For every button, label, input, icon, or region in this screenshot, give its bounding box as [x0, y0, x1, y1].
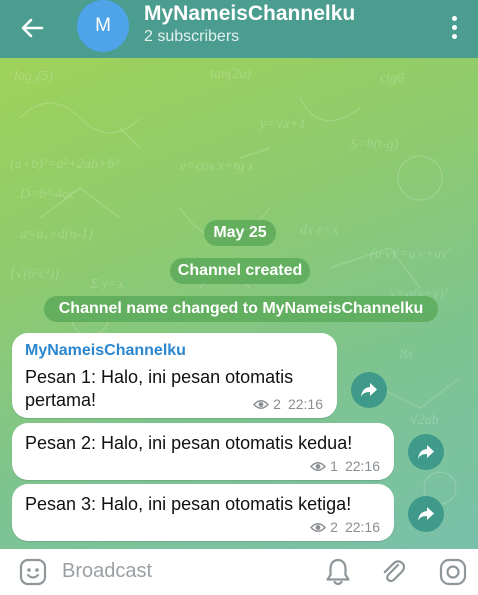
more-options-icon[interactable] [446, 12, 462, 42]
svg-text:√2ab: √2ab [410, 413, 439, 428]
view-count: 2 [330, 519, 338, 535]
svg-text:(u·v)'=u'v+uv': (u·v)'=u'v+uv' [370, 247, 451, 262]
svg-text:y=√x+1: y=√x+1 [258, 117, 306, 132]
message-time: 22:16 [344, 519, 380, 535]
service-message-renamed: Channel name changed to MyNameisChannelk… [44, 296, 438, 322]
camera-icon[interactable] [438, 557, 468, 587]
forward-button[interactable] [351, 372, 387, 408]
svg-text:log₂(5): log₂(5) [14, 69, 53, 84]
broadcast-bar: Broadcast [0, 549, 478, 595]
message-time: 22:16 [344, 458, 380, 474]
svg-text:D=b²-4ac: D=b²-4ac [19, 187, 76, 202]
emoji-icon[interactable] [18, 557, 48, 587]
message-bubble[interactable]: Pesan 3: Halo, ini pesan otomatis ketiga… [12, 484, 394, 541]
message-text: Pesan 3: Halo, ini pesan otomatis ketiga… [25, 494, 352, 514]
subscriber-count: 2 subscribers [144, 28, 240, 45]
bell-icon[interactable] [324, 557, 352, 587]
message-bubble[interactable]: Pesan 2: Halo, ini pesan otomatis kedua!… [12, 423, 394, 480]
message-text-line: Pesan 1: Halo, ini pesan otomatis [25, 367, 294, 387]
chat-area[interactable]: log₂(5) tan(2a) ctg6 (a+b)²=a²+2ab+b² e=… [0, 58, 478, 549]
broadcast-input[interactable]: Broadcast [62, 560, 152, 583]
forward-arrow-icon [418, 507, 434, 521]
message-bubble[interactable]: MyNameisChannelku Pesan 1: Halo, ini pes… [12, 333, 337, 418]
svg-text:(a+b)²=a²+2ab+b²: (a+b)²=a²+2ab+b² [10, 157, 120, 172]
forward-button[interactable] [408, 434, 444, 470]
date-separator: May 25 [204, 220, 276, 246]
message-meta: 2 22:16 [253, 396, 323, 412]
message-time: 22:16 [287, 396, 323, 412]
message-text: Pesan 2: Halo, ini pesan otomatis kedua! [25, 433, 353, 453]
svg-text:[√(6²c²)]: [√(6²c²)] [10, 267, 60, 282]
chat-header: M MyNameisChannelku 2 subscribers [0, 0, 478, 58]
svg-text:a=a₁+d(n-1): a=a₁+d(n-1) [20, 227, 93, 242]
forward-arrow-icon [361, 383, 377, 397]
message-sender[interactable]: MyNameisChannelku [25, 342, 186, 360]
view-count: 1 [330, 458, 338, 474]
back-arrow-icon[interactable] [14, 10, 50, 46]
svg-text:ctg6: ctg6 [380, 71, 404, 86]
forward-arrow-icon [418, 445, 434, 459]
paperclip-icon[interactable] [378, 557, 408, 587]
svg-text:tan(2a): tan(2a) [210, 67, 252, 82]
svg-text:8x: 8x [400, 347, 414, 362]
channel-title[interactable]: MyNameisChannelku [144, 2, 355, 26]
message-meta: 1 22:16 [310, 458, 380, 474]
view-count: 2 [273, 396, 281, 412]
views-eye-icon [253, 399, 270, 409]
svg-text:e=cos x+tg x: e=cos x+tg x [180, 159, 255, 174]
svg-text:S=b(t-g): S=b(t-g) [350, 137, 399, 152]
views-eye-icon [310, 461, 327, 471]
message-meta: 2 22:16 [310, 519, 380, 535]
svg-text:Σ y=x: Σ y=x [89, 277, 124, 292]
channel-avatar[interactable]: M [77, 0, 129, 52]
service-message-created: Channel created [170, 258, 310, 284]
views-eye-icon [310, 522, 327, 532]
forward-button[interactable] [408, 496, 444, 532]
svg-text:dx e=x: dx e=x [300, 223, 339, 238]
